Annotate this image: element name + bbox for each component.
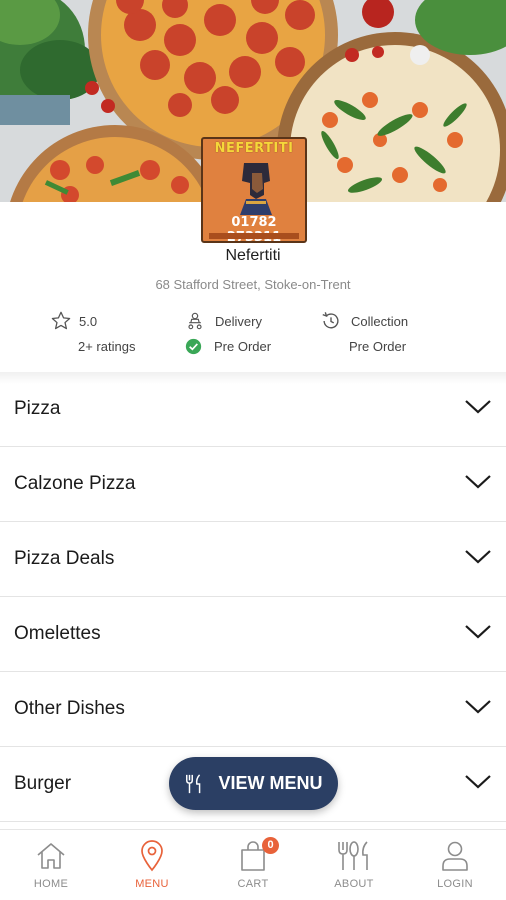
chevron-down-icon[interactable] — [464, 698, 492, 716]
view-menu-button[interactable]: VIEW MENU — [169, 757, 338, 810]
category-label: Pizza — [14, 398, 61, 419]
chevron-down-icon[interactable] — [464, 473, 492, 491]
cutlery-icon — [338, 841, 368, 870]
chevron-down-icon[interactable] — [464, 623, 492, 641]
tab-label: HOME — [33, 878, 69, 890]
logo-title: NEFERTITI — [214, 141, 294, 156]
clock-history-icon — [322, 312, 339, 329]
delivery-label: Delivery — [215, 313, 262, 329]
collection-status: Pre Order — [349, 338, 407, 354]
collection-block: Collection Pre Order — [320, 310, 408, 357]
delivery-block: Delivery Pre Order — [185, 310, 271, 357]
category-row-pizza[interactable]: Pizza — [0, 372, 506, 447]
rating-block: 5.0 2+ ratings — [50, 310, 135, 357]
category-label: Calzone Pizza — [14, 473, 136, 494]
tab-login[interactable]: LOGIN — [410, 838, 500, 890]
delivery-status: Pre Order — [214, 338, 272, 354]
category-row-omelettes[interactable]: Omelettes — [0, 597, 506, 672]
bottom-tab-bar: HOME MENU 0 CART ABOUT LOGIN — [0, 829, 506, 900]
category-label: Pizza Deals — [14, 548, 115, 569]
view-menu-label: VIEW MENU — [218, 773, 323, 793]
category-label: Omelettes — [14, 623, 101, 644]
tab-about[interactable]: ABOUT — [309, 838, 399, 890]
cutlery-icon — [186, 773, 201, 793]
cart-count-badge: 0 — [262, 837, 279, 854]
tab-menu[interactable]: MENU — [107, 838, 197, 890]
store-logo: NEFERTITI 01782 273311 — [201, 137, 307, 243]
rating-value: 5.0 — [79, 313, 98, 329]
home-icon — [37, 843, 65, 869]
collection-label: Collection — [351, 313, 409, 329]
tab-label: MENU — [135, 878, 169, 890]
category-row-pizza-deals[interactable]: Pizza Deals — [0, 522, 506, 597]
chevron-down-icon[interactable] — [464, 548, 492, 566]
category-label: Burger — [14, 773, 72, 794]
chevron-down-icon[interactable] — [464, 773, 492, 791]
store-name: Nefertiti — [225, 247, 281, 264]
user-icon — [442, 841, 468, 871]
category-list: Pizza Calzone Pizza Pizza Deals Omelette… — [0, 372, 506, 822]
rating-count: 2+ ratings — [78, 338, 136, 354]
check-circle-icon — [185, 338, 202, 354]
category-row-calzone-pizza[interactable]: Calzone Pizza — [0, 447, 506, 522]
tab-cart[interactable]: 0 CART — [208, 837, 298, 890]
delivery-scooter-icon — [188, 312, 202, 330]
chevron-down-icon[interactable] — [464, 398, 492, 416]
logo-strip — [209, 233, 299, 239]
star-icon — [51, 311, 71, 330]
location-pin-icon — [141, 840, 163, 872]
category-row-other-dishes[interactable]: Other Dishes — [0, 672, 506, 747]
tab-label: ABOUT — [334, 878, 374, 890]
tab-label: CART — [237, 878, 269, 890]
tab-home[interactable]: HOME — [6, 838, 96, 890]
store-address: 68 Stafford Street, Stoke-on-Trent — [155, 277, 351, 292]
category-label: Other Dishes — [14, 698, 125, 719]
tab-label: LOGIN — [437, 878, 473, 890]
nefertiti-bust-icon — [240, 163, 272, 215]
